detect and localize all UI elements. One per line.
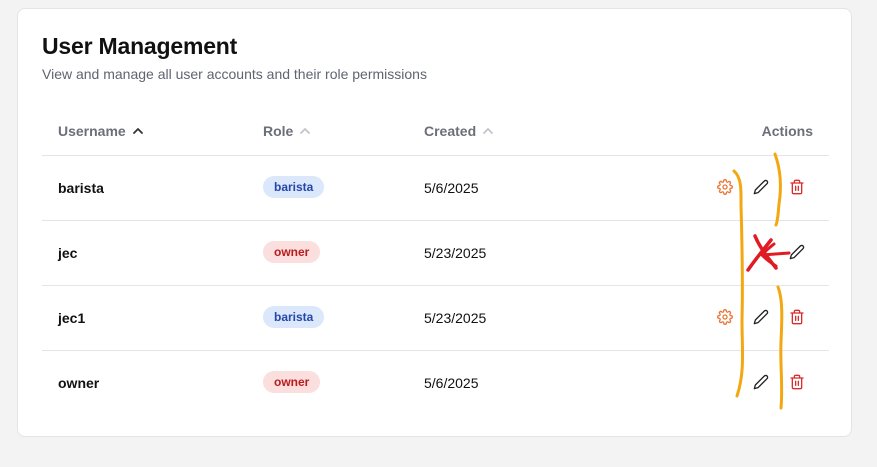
pencil-icon[interactable] xyxy=(752,178,770,196)
created-cell: 5/23/2025 xyxy=(424,310,487,326)
column-header-username[interactable]: Username xyxy=(58,123,144,139)
page-title: User Management xyxy=(42,33,238,59)
user-management-card: User Management View and manage all user… xyxy=(17,8,852,437)
chevron-up-icon xyxy=(132,128,143,134)
pencil-icon[interactable] xyxy=(752,373,770,391)
gear-icon[interactable] xyxy=(716,178,734,196)
username-cell: barista xyxy=(58,180,104,196)
column-header-role[interactable]: Role xyxy=(263,123,311,139)
username-cell: jec xyxy=(58,245,78,261)
pencil-icon[interactable] xyxy=(788,243,806,261)
table-header: Username Role Created Actions xyxy=(42,109,829,156)
table-row: barista barista 5/6/2025 xyxy=(42,156,829,221)
trash-icon[interactable] xyxy=(788,308,806,326)
pencil-icon[interactable] xyxy=(752,308,770,326)
table-row: jec owner 5/23/2025 xyxy=(42,221,829,286)
table-row: owner owner 5/6/2025 xyxy=(42,351,829,415)
role-badge: owner xyxy=(263,241,321,263)
created-cell: 5/23/2025 xyxy=(424,245,487,261)
role-badge: barista xyxy=(263,176,325,198)
page-subtitle: View and manage all user accounts and th… xyxy=(42,66,427,82)
role-badge: barista xyxy=(263,306,325,328)
users-table: Username Role Created Actions barista ba… xyxy=(42,109,829,415)
table-row: jec1 barista 5/23/2025 xyxy=(42,286,829,351)
column-header-created[interactable]: Created xyxy=(424,123,494,139)
role-badge: owner xyxy=(263,371,321,393)
created-cell: 5/6/2025 xyxy=(424,375,479,391)
gear-icon[interactable] xyxy=(716,308,734,326)
trash-icon[interactable] xyxy=(788,178,806,196)
chevron-up-icon xyxy=(300,128,311,134)
trash-icon[interactable] xyxy=(788,373,806,391)
chevron-up-icon xyxy=(483,128,494,134)
username-cell: owner xyxy=(58,375,100,391)
column-header-actions: Actions xyxy=(761,123,813,139)
created-cell: 5/6/2025 xyxy=(424,180,479,196)
username-cell: jec1 xyxy=(58,310,86,326)
